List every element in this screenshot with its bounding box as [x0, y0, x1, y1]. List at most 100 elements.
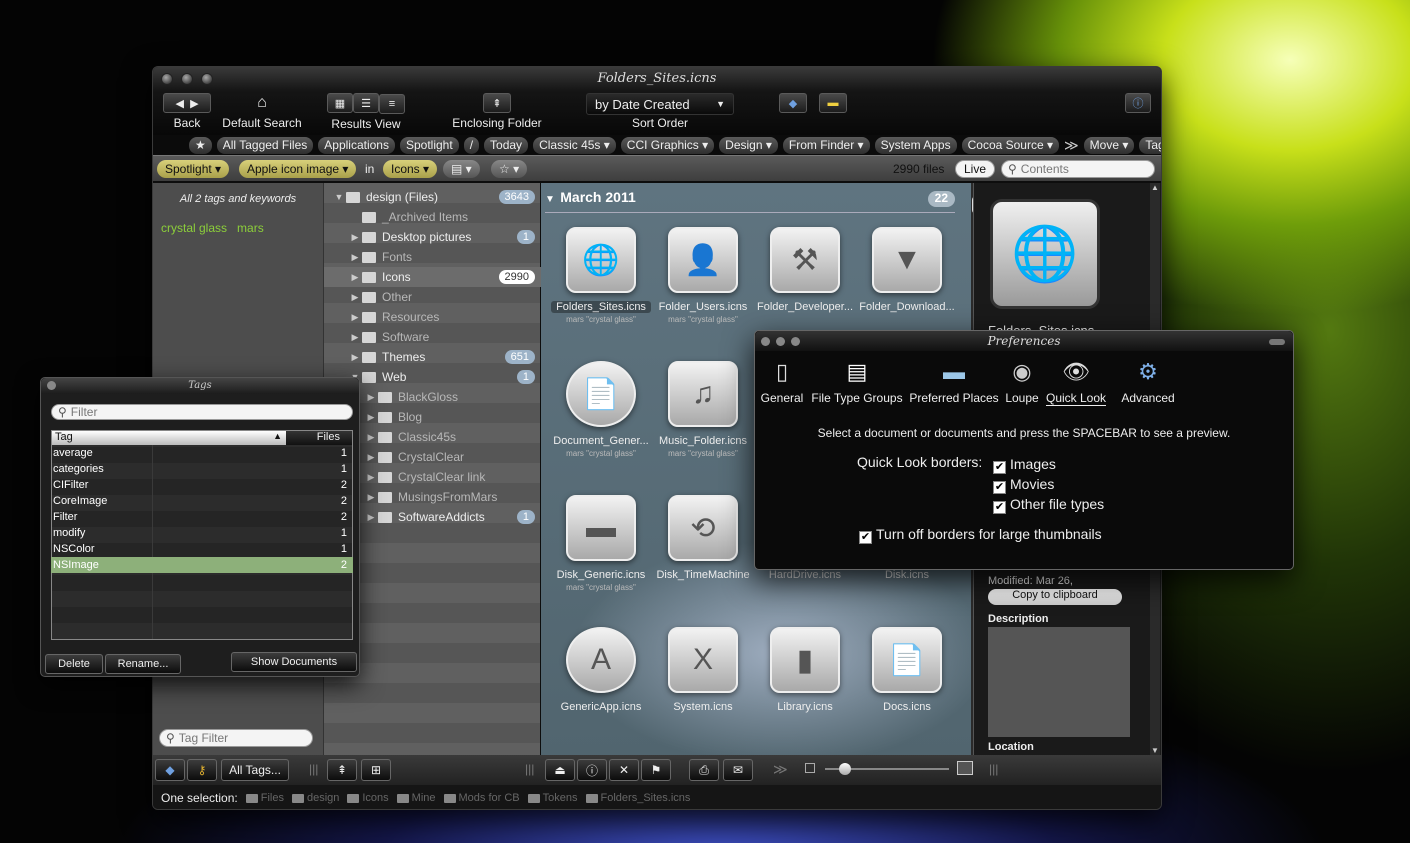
file-icon[interactable]: X: [668, 627, 738, 693]
tag-icon[interactable]: ◆: [155, 759, 185, 781]
tree-item[interactable]: ▶ Software: [324, 327, 541, 347]
disclosure-triangle-icon[interactable]: ▶: [350, 292, 360, 303]
path-crumb[interactable]: Mods for CB: [443, 792, 520, 804]
tag-row[interactable]: modify 1: [51, 525, 353, 541]
disclosure-triangle-icon[interactable]: ▶: [366, 452, 376, 463]
tagbar-item[interactable]: All Tagged Files: [216, 136, 314, 154]
file-icon[interactable]: ♫: [668, 361, 738, 427]
contents-search-field[interactable]: ⚲ Contents: [1001, 160, 1155, 178]
prefs-tab[interactable]: 👁 Quick Look: [1043, 357, 1109, 406]
tagbar-item[interactable]: System Apps: [874, 136, 957, 154]
zoom-slider-thumb[interactable]: [839, 763, 851, 775]
disclosure-triangle-icon[interactable]: ▼: [545, 194, 555, 205]
splitter-handle[interactable]: |||: [989, 762, 998, 776]
tree-item[interactable]: ▶ Themes 651: [324, 347, 541, 367]
tagbar-item[interactable]: CCI Graphics ▾: [620, 136, 715, 154]
tree-item[interactable]: ▶ Icons 2990: [324, 267, 541, 287]
tagbar-item[interactable]: Classic 45s ▾: [533, 136, 616, 154]
tag-row[interactable]: NSColor 1: [51, 541, 353, 557]
tag-column-header[interactable]: Tag ▲: [52, 431, 286, 445]
path-crumb[interactable]: Mine: [396, 792, 436, 804]
path-crumb[interactable]: Icons: [347, 792, 389, 804]
toolbar-toggle-button[interactable]: [1269, 339, 1285, 345]
prefs-tab[interactable]: ⚙ Advanced: [1117, 357, 1179, 405]
list-view-icon[interactable]: ☰: [353, 93, 379, 113]
other-types-checkbox[interactable]: ✔ Other file types: [993, 494, 1104, 514]
prefs-tab[interactable]: ▯ General: [759, 357, 805, 405]
show-documents-button[interactable]: Show Documents: [231, 652, 357, 672]
disclosure-triangle-icon[interactable]: ▶: [350, 252, 360, 263]
overflow-chevron-icon[interactable]: ≫: [1064, 137, 1079, 154]
default-search-control[interactable]: ⌂ Default Search: [219, 93, 305, 130]
tag-row[interactable]: CoreImage 2: [51, 493, 353, 509]
result-item[interactable]: 🌐 Folders_Sites.icns mars "crystal glass": [551, 227, 651, 324]
prefs-tab[interactable]: ▬ Preferred Places: [909, 357, 999, 405]
result-item[interactable]: ▬ Disk_Generic.icns mars "crystal glass": [551, 495, 651, 592]
prefs-tab[interactable]: ◉ Loupe: [1001, 357, 1043, 405]
tag-row[interactable]: categories 1: [51, 461, 353, 477]
path-crumb[interactable]: Tokens: [527, 792, 578, 804]
scope-kind[interactable]: Apple icon image ▾: [239, 160, 357, 178]
mail-icon[interactable]: ✉: [723, 759, 753, 781]
tagbar-item[interactable]: From Finder ▾: [782, 136, 870, 154]
copy-to-clipboard-button[interactable]: Copy to clipboard: [988, 589, 1122, 605]
result-item[interactable]: ▮ Library.icns: [755, 627, 855, 715]
column-view-icon[interactable]: ≡: [379, 93, 405, 114]
disclosure-triangle-icon[interactable]: ▶: [366, 472, 376, 483]
tag-icon[interactable]: ◆: [779, 93, 807, 113]
delete-tag-button[interactable]: Delete: [45, 654, 103, 674]
splitter-handle[interactable]: |||: [525, 762, 534, 776]
scope-folder[interactable]: Icons ▾: [383, 160, 438, 178]
tag-row[interactable]: NSImage 2: [51, 557, 353, 573]
live-button[interactable]: Live: [955, 160, 995, 178]
checkmark-icon[interactable]: ✔: [993, 461, 1006, 474]
info-icon[interactable]: ⓘ: [1125, 93, 1151, 113]
file-icon[interactable]: ▼: [872, 227, 942, 293]
result-item[interactable]: ♫ Music_Folder.icns mars "crystal glass": [653, 361, 753, 458]
forward-arrow-icon[interactable]: ▶: [190, 97, 198, 110]
back-forward-buttons[interactable]: ◀ ▶: [163, 93, 211, 113]
tag-filter-field[interactable]: ⚲ Tag Filter: [159, 729, 313, 747]
scope-spotlight[interactable]: Spotlight ▾: [157, 160, 230, 178]
result-item[interactable]: X System.icns: [653, 627, 753, 715]
file-icon[interactable]: ⚒: [770, 227, 840, 293]
tagbar-item[interactable]: Applications: [318, 136, 395, 154]
enclosing-folder-control[interactable]: ⇞ Enclosing Folder: [445, 93, 549, 130]
tagbar-item[interactable]: Move ▾: [1083, 136, 1135, 154]
home-icon[interactable]: ⌂: [248, 93, 276, 113]
path-crumb[interactable]: design: [291, 792, 339, 804]
tree-item[interactable]: ▶ Resources: [324, 307, 541, 327]
disclosure-triangle-icon[interactable]: ▶: [350, 312, 360, 323]
file-icon[interactable]: ▬: [566, 495, 636, 561]
prefs-tab[interactable]: ▤ File Type Groups: [809, 357, 905, 405]
key-icon[interactable]: ⚷: [187, 759, 217, 781]
file-icon[interactable]: ▮: [770, 627, 840, 693]
splitter-handle[interactable]: |||: [309, 762, 318, 776]
folder-icon[interactable]: ▬: [819, 93, 847, 113]
enclosing-folder-icon[interactable]: ⇞: [327, 759, 357, 781]
tag-row[interactable]: average 1: [51, 445, 353, 461]
images-checkbox[interactable]: ✔ Images: [993, 454, 1104, 474]
new-folder-icon[interactable]: ⊞: [361, 759, 391, 781]
star-filter-icon[interactable]: ☆ ▾: [491, 160, 528, 178]
tree-item[interactable]: ▶ Fonts: [324, 247, 541, 267]
get-info-icon[interactable]: ⓘ: [577, 759, 607, 781]
print-icon[interactable]: ⎙: [689, 759, 719, 781]
all-tags-button[interactable]: All Tags...: [221, 759, 289, 781]
disclosure-triangle-icon[interactable]: ▶: [366, 412, 376, 423]
tagbar-item[interactable]: Cocoa Source ▾: [961, 136, 1060, 154]
file-icon[interactable]: 👤: [668, 227, 738, 293]
disclosure-triangle-icon[interactable]: ▶: [366, 432, 376, 443]
tree-item[interactable]: ▼ design (Files) 3643: [324, 187, 541, 207]
path-crumb[interactable]: Folders_Sites.icns: [585, 792, 690, 804]
label-flag-icon[interactable]: ⚑: [641, 759, 671, 781]
sort-order-dropdown[interactable]: by Date Created ▼: [586, 93, 734, 115]
result-item[interactable]: 📄 Docs.icns: [857, 627, 957, 715]
tag-row[interactable]: Filter 2: [51, 509, 353, 525]
disclosure-triangle-icon[interactable]: ▶: [366, 392, 376, 403]
result-item[interactable]: ⟲ Disk_TimeMachine: [653, 495, 753, 583]
disclosure-triangle-icon[interactable]: ▼: [334, 192, 344, 202]
open-icon[interactable]: ⏏: [545, 759, 575, 781]
checkmark-icon[interactable]: ✔: [993, 481, 1006, 494]
delete-icon[interactable]: ✕: [609, 759, 639, 781]
